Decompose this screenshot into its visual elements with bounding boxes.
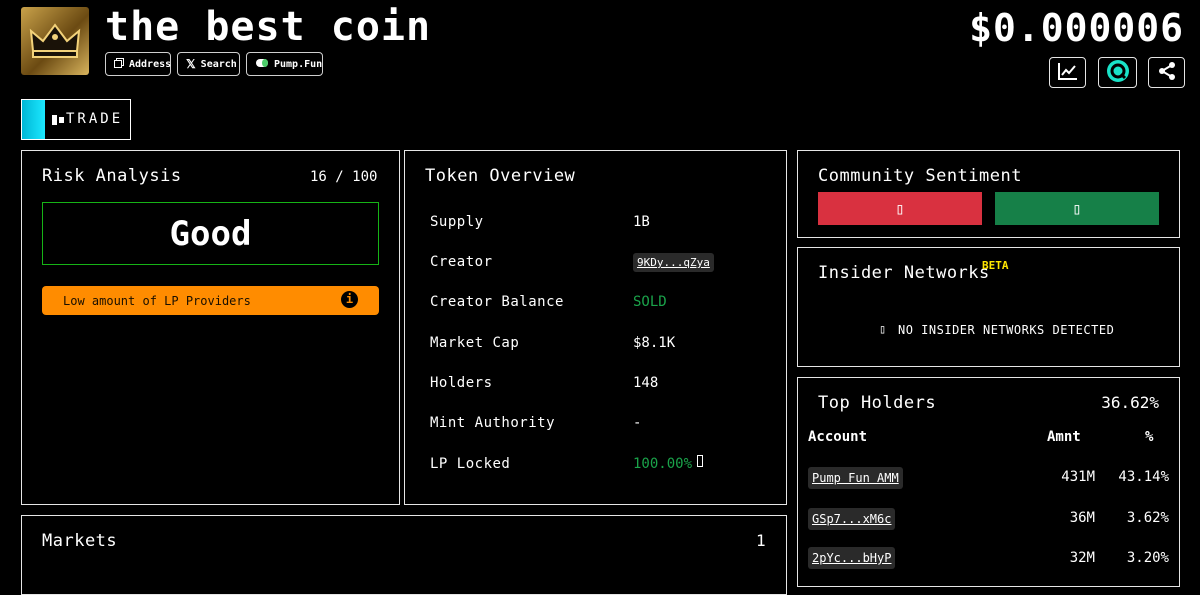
x-icon: 𝕏 [186,57,196,71]
app-logo-icon [1106,59,1130,87]
token-name: the best coin [105,4,432,50]
markets-title: Markets [42,531,118,551]
col-amount: Amnt [1047,429,1081,445]
holder-account[interactable]: Pump Fun AMM [808,467,903,489]
holders-label: Holders [430,375,493,391]
thumbs-up-icon: ▯ [1072,199,1082,218]
copy-icon [114,57,124,71]
info-icon[interactable]: i [341,291,358,308]
swap-icon [52,112,64,131]
share-button[interactable] [1148,57,1185,88]
token-logo [21,7,89,75]
markets-count: 1 [756,531,766,550]
address-label: Address [129,58,172,70]
risk-title: Risk Analysis [42,166,182,186]
search-button[interactable]: 𝕏 Search [177,52,240,76]
insider-info-icon: ▯ [879,322,887,336]
creator-address[interactable]: 9KDy...qZya [633,253,714,272]
thumbs-down-icon: ▯ [895,199,905,218]
holders-title: Top Holders [818,393,937,413]
holder-amount: 32M [1069,550,1095,566]
trade-label: TRADE [66,111,124,127]
lp-locked-value: 100.00% [633,456,693,472]
creator-link[interactable]: 9KDy...qZya [633,253,714,272]
markets-panel [21,515,787,595]
pumpfun-button[interactable]: Pump.Fun [246,52,323,76]
holder-percent: 3.62% [1126,510,1169,526]
chart-button[interactable] [1049,57,1086,88]
app-button[interactable] [1098,57,1137,88]
search-label: Search [200,58,237,70]
creator-balance-label: Creator Balance [430,294,564,310]
holder-amount: 36M [1069,510,1095,526]
lp-locked-label: LP Locked [430,456,511,472]
holders-value: 148 [633,375,659,391]
token-price: $0.000006 [969,6,1184,50]
mint-authority-value: - [633,415,642,431]
pill-icon [255,58,269,71]
market-cap-label: Market Cap [430,335,520,351]
risk-rating: Good [42,202,379,265]
chart-icon [1057,62,1078,84]
vote-down-button[interactable]: ▯ [818,192,982,225]
col-account: Account [808,429,868,445]
holder-percent: 43.14% [1118,469,1169,485]
holder-account[interactable]: 2pYc...bHyP [808,547,896,569]
risk-rating-text: Good [169,213,252,254]
trade-accent [22,100,45,139]
holder-account[interactable]: GSp7...xM6c [808,508,896,530]
beta-badge: BETA [982,259,1009,272]
holders-total: 36.62% [1101,393,1159,412]
overview-title: Token Overview [425,166,576,186]
market-cap-value: $8.1K [633,335,676,351]
risk-warning: Low amount of LP Providers i [42,286,379,315]
trade-button[interactable]: TRADE [21,99,131,140]
vote-up-button[interactable]: ▯ [995,192,1159,225]
creator-label: Creator [430,254,493,270]
risk-warning-text: Low amount of LP Providers [63,293,251,308]
insider-message: NO INSIDER NETWORKS DETECTED [898,323,1115,337]
lock-icon [697,455,703,467]
mint-authority-label: Mint Authority [430,415,556,431]
creator-balance-value: SOLD [633,294,667,310]
share-icon [1157,61,1177,85]
supply-label: Supply [430,214,484,230]
pumpfun-label: Pump.Fun [274,58,323,70]
holder-amount: 431M [1061,469,1095,485]
risk-score: 16 / 100 [310,169,378,185]
insider-title: Insider Networks [818,263,990,283]
sentiment-title: Community Sentiment [818,166,1022,186]
token-overview-panel [404,150,787,505]
holder-percent: 3.20% [1126,550,1169,566]
address-button[interactable]: Address [105,52,171,76]
col-percent: % [1145,429,1154,445]
supply-value: 1B [633,214,650,230]
